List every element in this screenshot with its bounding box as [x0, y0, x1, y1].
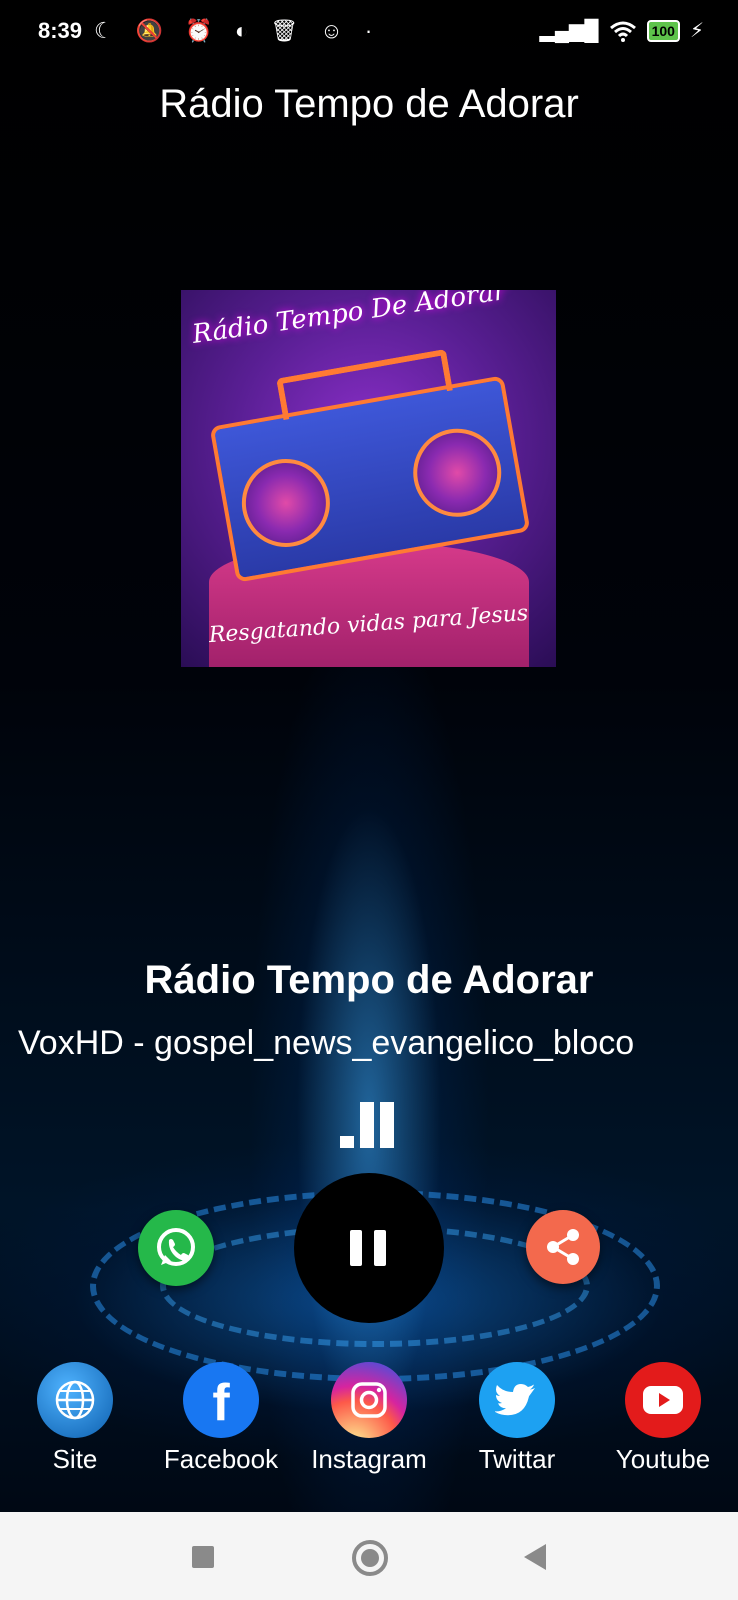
wifi-icon: [609, 21, 636, 42]
instagram-icon: [331, 1362, 407, 1438]
social-site[interactable]: Site: [0, 1362, 150, 1475]
boombox-speaker-right: [406, 421, 509, 524]
app-title: Rádio Tempo de Adorar: [159, 82, 579, 126]
social-label: Twittar: [478, 1444, 556, 1474]
globe-icon: [37, 1362, 113, 1438]
social-label: Facebook: [163, 1444, 279, 1474]
station-name: Rádio Tempo de Adorar: [144, 958, 594, 1002]
social-youtube[interactable]: Youtube: [588, 1362, 738, 1475]
pause-icon: [294, 1173, 444, 1323]
facebook-icon: f: [183, 1362, 259, 1438]
social-instagram[interactable]: Instagram: [294, 1362, 444, 1475]
social-label: Site: [52, 1444, 98, 1474]
system-navigation-bar: [0, 1512, 738, 1600]
now-playing-ticker: VoxHD - gospel_news_evangelico_bloco: [18, 1024, 635, 1062]
status-time: 8:39: [38, 18, 83, 43]
artwork-logo-text: Rádio Tempo De Adorar: [190, 290, 508, 350]
youtube-icon: [625, 1362, 701, 1438]
back-button[interactable]: [524, 1544, 546, 1570]
notification-icons: ☾ 🔕 ⏰ ◐ 🗑 ☺ ·: [94, 18, 381, 43]
whatsapp-icon: [157, 1228, 195, 1266]
equalizer-icon: [340, 1102, 396, 1148]
boombox-image: [209, 348, 531, 583]
social-label: Youtube: [615, 1444, 711, 1474]
charging-icon: ⚡: [689, 20, 704, 42]
whatsapp-button[interactable]: [138, 1210, 214, 1286]
status-right: ▂▄▆█ 100 ⚡: [539, 18, 704, 43]
station-artwork: Rádio Tempo De Adorar Resgatando vidas p…: [181, 290, 556, 667]
play-pause-button[interactable]: [294, 1173, 444, 1323]
social-facebook[interactable]: f Facebook: [146, 1362, 296, 1475]
home-button[interactable]: [352, 1540, 388, 1576]
share-icon: [547, 1229, 579, 1265]
status-bar: 8:39 ☾ 🔕 ⏰ ◐ 🗑 ☺ · ▂▄▆█ 100 ⚡: [0, 0, 738, 66]
social-label: Instagram: [311, 1444, 427, 1474]
share-button[interactable]: [526, 1210, 600, 1284]
battery-icon: 100: [646, 19, 680, 42]
boombox-speaker-left: [234, 451, 337, 554]
signal-icon: ▂▄▆█: [539, 20, 599, 42]
recents-button[interactable]: [192, 1546, 214, 1568]
twitter-icon: [479, 1362, 555, 1438]
social-twitter[interactable]: Twittar: [442, 1362, 592, 1475]
boombox-handle: [276, 348, 453, 421]
